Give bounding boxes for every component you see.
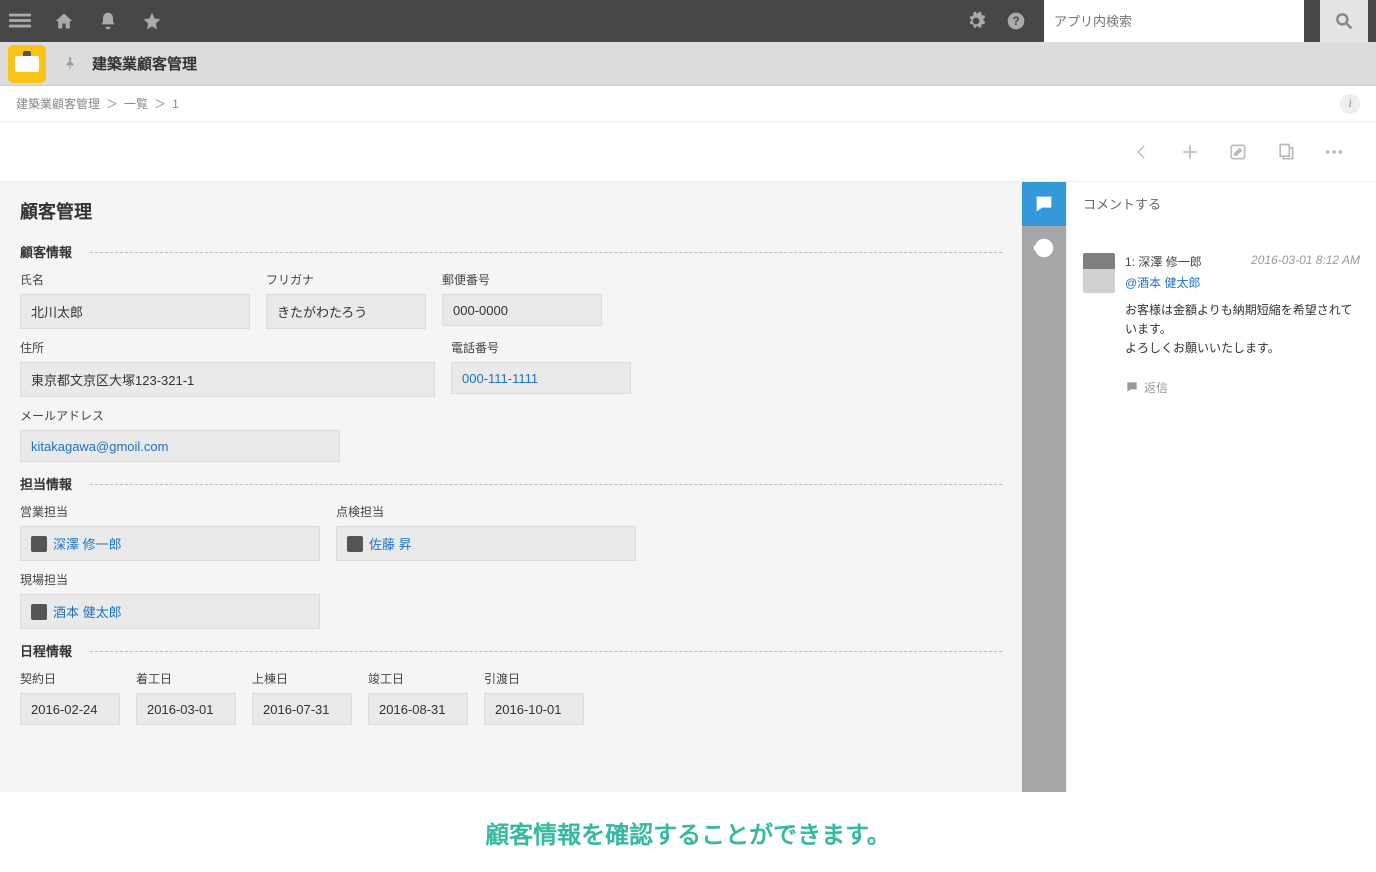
page-title: 顧客管理	[20, 198, 1002, 224]
value-kana: きたがわたろう	[266, 294, 426, 329]
pin-icon[interactable]	[62, 56, 78, 72]
label-phone: 電話番号	[451, 339, 631, 356]
help-icon[interactable]: ?	[1004, 9, 1028, 33]
comment-author: 1: 深澤 修一郎	[1125, 253, 1202, 270]
label-address: 住所	[20, 339, 435, 356]
label-site-rep: 現場担当	[20, 571, 320, 588]
label-start-date: 着工日	[136, 670, 236, 687]
comment-timestamp: 2016-03-01 8:12 AM	[1251, 253, 1360, 270]
value-address: 東京都文京区大塚123-321-1	[20, 362, 435, 397]
global-topbar: ?	[0, 0, 1376, 42]
page-caption: 顧客情報を確認することができます。	[0, 792, 1376, 872]
menu-icon[interactable]	[8, 9, 32, 33]
label-kana: フリガナ	[266, 271, 426, 288]
record-form: 顧客管理 顧客情報 氏名北川太郎 フリガナきたがわたろう 郵便番号 000-000…	[0, 182, 1022, 792]
value-contract-date: 2016-02-24	[20, 693, 120, 725]
app-title: 建築業顧客管理	[92, 53, 197, 74]
label-postal: 郵便番号	[442, 271, 602, 288]
label-contract-date: 契約日	[20, 670, 120, 687]
breadcrumb-record: 1	[172, 97, 179, 111]
edit-record-icon[interactable]	[1226, 140, 1250, 164]
label-sales-rep: 営業担当	[20, 503, 320, 520]
search-button[interactable]	[1320, 0, 1368, 42]
avatar-icon	[31, 604, 47, 620]
star-icon[interactable]	[140, 9, 164, 33]
duplicate-record-icon[interactable]	[1274, 140, 1298, 164]
comment-mention[interactable]: @酒本 健太郎	[1125, 274, 1360, 291]
comment-compose[interactable]: コメントする	[1083, 194, 1360, 213]
comment-text: お客様は金額よりも納期短縮を希望されています。 よろしくお願いいたします。	[1125, 301, 1360, 359]
more-actions-icon[interactable]	[1322, 140, 1346, 164]
value-email[interactable]: kitakagawa@gmoil.com	[20, 430, 340, 462]
add-record-icon[interactable]	[1178, 140, 1202, 164]
app-header: 建築業顧客管理	[0, 42, 1376, 86]
section-customer: 顧客情報	[20, 242, 1002, 261]
value-complete-date: 2016-08-31	[368, 693, 468, 725]
avatar-icon	[31, 536, 47, 552]
breadcrumb-list[interactable]: 一覧	[124, 95, 148, 112]
comment-avatar	[1083, 253, 1115, 293]
bell-icon[interactable]	[96, 9, 120, 33]
label-ridge-date: 上棟日	[252, 670, 352, 687]
value-name: 北川太郎	[20, 294, 250, 329]
breadcrumb-app[interactable]: 建築業顧客管理	[16, 95, 100, 112]
value-handover-date: 2016-10-01	[484, 693, 584, 725]
label-handover-date: 引渡日	[484, 670, 584, 687]
info-icon[interactable]: i	[1340, 94, 1360, 114]
prev-record-icon[interactable]	[1130, 140, 1154, 164]
tab-history[interactable]	[1022, 226, 1066, 270]
comment-item: 1: 深澤 修一郎 2016-03-01 8:12 AM @酒本 健太郎 お客様…	[1083, 253, 1360, 396]
label-complete-date: 竣工日	[368, 670, 468, 687]
record-actions	[0, 122, 1376, 182]
value-phone[interactable]: 000-111-1111	[451, 362, 631, 394]
value-inspect-rep[interactable]: 佐藤 昇	[336, 526, 636, 561]
reply-button[interactable]: 返信	[1125, 379, 1360, 396]
side-rail	[1022, 182, 1066, 792]
value-ridge-date: 2016-07-31	[252, 693, 352, 725]
value-postal: 000-0000	[442, 294, 602, 326]
svg-text:?: ?	[1012, 15, 1019, 28]
label-email: メールアドレス	[20, 407, 340, 424]
tab-comments[interactable]	[1022, 182, 1066, 226]
search-input[interactable]	[1044, 14, 1304, 29]
app-icon	[8, 45, 46, 83]
gear-icon[interactable]	[964, 9, 988, 33]
avatar-icon	[347, 536, 363, 552]
label-inspect-rep: 点検担当	[336, 503, 636, 520]
section-assignee: 担当情報	[20, 474, 1002, 493]
section-schedule: 日程情報	[20, 641, 1002, 660]
value-site-rep[interactable]: 酒本 健太郎	[20, 594, 320, 629]
value-sales-rep[interactable]: 深澤 修一郎	[20, 526, 320, 561]
search-box	[1044, 0, 1304, 42]
value-start-date: 2016-03-01	[136, 693, 236, 725]
label-name: 氏名	[20, 271, 250, 288]
breadcrumb: 建築業顧客管理 ＞ 一覧 ＞ 1 i	[0, 86, 1376, 122]
home-icon[interactable]	[52, 9, 76, 33]
comment-pane: コメントする 1: 深澤 修一郎 2016-03-01 8:12 AM @酒本 …	[1066, 182, 1376, 792]
